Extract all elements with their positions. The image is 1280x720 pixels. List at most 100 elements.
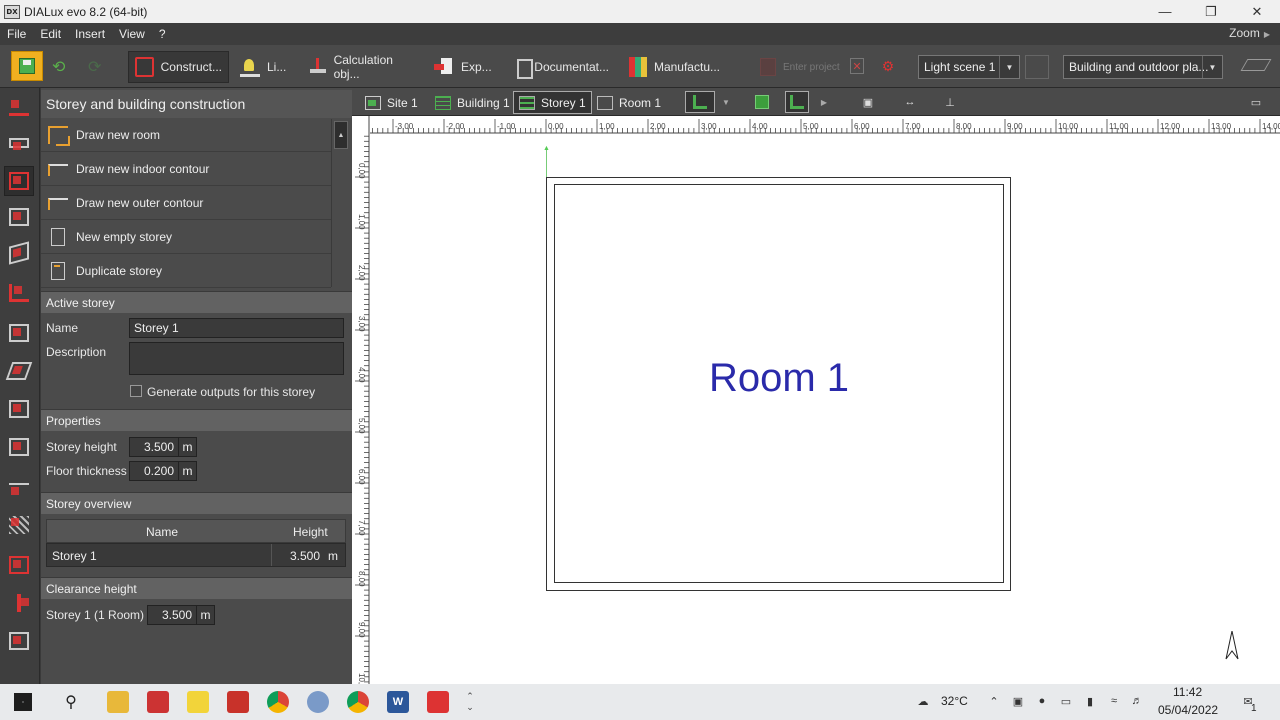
app-dialux-button[interactable]: [145, 689, 171, 715]
menu-insert[interactable]: Insert: [68, 27, 112, 41]
redo-icon: ⟳: [88, 59, 102, 76]
more-views-button[interactable]: ▶: [812, 91, 836, 113]
menu-help[interactable]: ?: [152, 27, 173, 41]
draw-new-room-action[interactable]: Draw new room: [41, 119, 331, 152]
storey-height-input[interactable]: 3.500: [129, 437, 179, 457]
restore-button[interactable]: ❐: [1188, 0, 1234, 23]
mode-tab-calculation-objects[interactable]: Calculation obj...: [302, 51, 422, 83]
menu-edit[interactable]: Edit: [33, 27, 68, 41]
taskbar-scroll-buttons[interactable]: ⌃ ⌄: [460, 689, 480, 715]
name-label: Name: [46, 321, 79, 335]
floor-thickness-input[interactable]: 0.200: [129, 461, 179, 481]
material-tool-button[interactable]: [4, 510, 34, 540]
mode-tab-export[interactable]: Exp...: [428, 51, 498, 83]
storey-construction-tool-button[interactable]: [4, 166, 34, 196]
start-button[interactable]: [10, 689, 36, 715]
app-acrobat-button[interactable]: [425, 689, 451, 715]
temperature-label[interactable]: 32°C: [941, 694, 968, 708]
enter-project-button[interactable]: Enter project: [760, 58, 840, 76]
clock-date[interactable]: 05/04/2022: [1158, 703, 1218, 717]
light-scene-options-button[interactable]: [1025, 55, 1049, 79]
microphone-icon[interactable]: ●: [1035, 694, 1049, 708]
clock-time[interactable]: 11:42: [1173, 685, 1202, 699]
mode-tab-construction[interactable]: Construct...: [128, 51, 229, 83]
room-element-tool-button[interactable]: [4, 278, 34, 308]
mode-tab-manufacturers[interactable]: Manufactu...: [623, 51, 726, 83]
floor-plan-view-button[interactable]: [785, 91, 809, 113]
layer-dropdown-button[interactable]: ▼: [714, 91, 738, 113]
volume-icon[interactable]: ♬: [1130, 694, 1144, 708]
table-tool-button[interactable]: [4, 472, 34, 502]
plane-view-icon[interactable]: [1240, 59, 1272, 71]
file-explorer-button[interactable]: [105, 689, 131, 715]
storey-name-input[interactable]: Storey 1: [129, 318, 344, 338]
measure-button[interactable]: ↔: [898, 91, 922, 113]
ruler-label: 1,00: [357, 214, 366, 230]
actions-scrollbar[interactable]: ▲: [331, 119, 350, 287]
draw-indoor-contour-action[interactable]: Draw new indoor contour: [41, 153, 331, 186]
mode-tab-label: Exp...: [461, 60, 492, 74]
view-tab-building[interactable]: Building 1: [430, 91, 515, 114]
app-chrome-button[interactable]: [265, 689, 291, 715]
furniture-tool-button[interactable]: [4, 394, 34, 424]
mode-tab-documentation[interactable]: Documentat...: [507, 51, 615, 83]
light-scene-select[interactable]: Light scene 1 ▼: [918, 55, 1020, 79]
menu-view[interactable]: View: [112, 27, 152, 41]
app-chrome-profile-button[interactable]: [345, 689, 371, 715]
zoom-button[interactable]: Zoom ▶: [1229, 26, 1270, 40]
view-tab-site[interactable]: Site 1: [360, 91, 423, 114]
mode-tab-label: Li...: [267, 60, 287, 74]
draw-outer-contour-action[interactable]: Draw new outer contour: [41, 187, 331, 220]
minimize-button[interactable]: —: [1142, 0, 1188, 23]
text-tool-button[interactable]: [4, 550, 34, 580]
weather-icon[interactable]: ☁: [912, 694, 934, 708]
settings-button[interactable]: ⚙: [880, 57, 896, 75]
search-button[interactable]: ⚲: [58, 689, 84, 715]
fit-view-button[interactable]: ▣: [856, 91, 880, 113]
table-row[interactable]: Storey 1 3.500 m: [46, 543, 346, 567]
clearance-height-input[interactable]: 3.500: [147, 605, 197, 625]
view-tab-room[interactable]: Room 1: [592, 91, 666, 114]
delete-button[interactable]: ✕: [850, 58, 864, 74]
battery-icon[interactable]: ▮: [1083, 694, 1097, 708]
undo-button[interactable]: ⟲: [52, 57, 65, 77]
ceiling-tool-button[interactable]: [4, 318, 34, 348]
storey-description-input[interactable]: [129, 342, 344, 375]
wifi-icon[interactable]: ≈: [1107, 694, 1121, 708]
floor-plan-canvas[interactable]: -3,00 -2,00 -1,00 0,00 1,00 2,00 3,00 4,00 5,00 6…: [352, 116, 1280, 684]
display-icon[interactable]: ▭: [1059, 694, 1073, 708]
menu-file[interactable]: File: [0, 27, 33, 41]
import-tool-button[interactable]: [4, 92, 34, 122]
close-button[interactable]: ✕: [1234, 0, 1280, 23]
duplicate-storey-action[interactable]: Duplicate storey: [41, 255, 331, 288]
site-tool-button[interactable]: [4, 128, 34, 158]
generate-outputs-checkbox[interactable]: [130, 385, 142, 397]
app-paint-button[interactable]: [305, 689, 331, 715]
cut-line-tool-button[interactable]: [4, 588, 34, 618]
roof-tool-button[interactable]: [4, 356, 34, 386]
meet-now-icon[interactable]: ▣: [1011, 694, 1025, 708]
frame-tool-button[interactable]: [4, 626, 34, 656]
calculation-objects-icon: [308, 57, 327, 77]
app-word-button[interactable]: W: [385, 689, 411, 715]
ruler-label: 2,00: [357, 265, 366, 281]
layer-select-button[interactable]: [685, 91, 715, 113]
ruler-label: 6,00: [357, 469, 366, 485]
view-mode-select[interactable]: Building and outdoor pla... ▼: [1063, 55, 1223, 79]
app-sticky-notes-button[interactable]: [185, 689, 211, 715]
room-label[interactable]: Room 1: [554, 356, 1004, 401]
axis-button[interactable]: ⊥: [938, 91, 962, 113]
app-sketchup-button[interactable]: [225, 689, 251, 715]
3d-view-button[interactable]: [750, 91, 774, 113]
display-options-button[interactable]: ▭: [1244, 91, 1268, 113]
door-window-tool-button[interactable]: [4, 238, 34, 268]
tray-expand-icon[interactable]: ⌃: [987, 694, 1001, 708]
save-button[interactable]: [11, 51, 43, 81]
view-tab-storey[interactable]: Storey 1: [513, 91, 592, 114]
new-empty-storey-action[interactable]: New empty storey: [41, 221, 331, 254]
mode-tab-light[interactable]: Li...: [234, 51, 296, 83]
wall-tool-button[interactable]: [4, 202, 34, 232]
redo-button[interactable]: ⟳: [88, 57, 101, 77]
scroll-up-arrow-icon[interactable]: ▲: [334, 121, 348, 149]
object-tool-button[interactable]: [4, 432, 34, 462]
